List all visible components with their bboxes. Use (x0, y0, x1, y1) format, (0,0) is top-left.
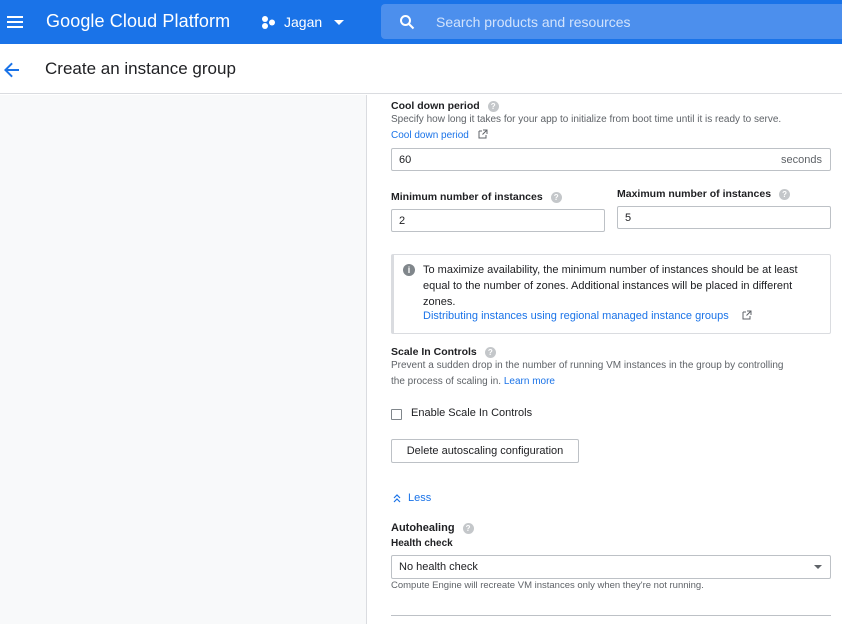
top-app-bar: Google Cloud Platform Jagan (0, 0, 842, 44)
hamburger-menu-icon[interactable] (0, 0, 30, 44)
max-instances-input[interactable] (618, 207, 830, 228)
cooldown-unit: seconds (781, 154, 822, 166)
health-check-select[interactable]: No health check (391, 555, 831, 579)
min-instances-input[interactable] (392, 210, 604, 231)
back-arrow-icon[interactable] (0, 58, 24, 82)
health-check-label: Health check (391, 538, 453, 549)
scale-in-checkbox[interactable] (391, 409, 402, 420)
scale-in-checkbox-label[interactable]: Enable Scale In Controls (411, 407, 532, 419)
dropdown-arrow-icon (814, 565, 822, 569)
min-instances-field[interactable] (391, 209, 605, 232)
page-title: Create an instance group (45, 59, 236, 78)
scale-in-description-2: the process of scaling in. Learn more (391, 376, 555, 387)
info-link-row: Distributing instances using regional ma… (423, 310, 752, 322)
help-icon[interactable]: ? (462, 522, 474, 534)
chevron-down-icon (334, 19, 345, 25)
brand-logo[interactable]: Google Cloud Platform (46, 11, 230, 32)
help-icon[interactable]: ? (550, 191, 562, 203)
left-panel (0, 95, 367, 624)
cooldown-link[interactable]: Cool down period (391, 130, 469, 141)
search-icon[interactable] (389, 4, 425, 39)
cooldown-input[interactable] (392, 149, 830, 170)
availability-info-box: i To maximize availability, the minimum … (391, 254, 831, 334)
delete-autoscaling-button[interactable]: Delete autoscaling configuration (391, 439, 579, 463)
section-divider (391, 615, 831, 616)
regional-mig-link[interactable]: Distributing instances using regional ma… (423, 310, 729, 322)
max-instances-field[interactable] (617, 206, 831, 229)
cooldown-link-row: Cool down period (391, 128, 488, 144)
search-bar[interactable] (381, 4, 842, 39)
help-icon[interactable]: ? (779, 188, 791, 200)
help-icon[interactable]: ? (487, 100, 499, 112)
search-input[interactable] (436, 4, 816, 39)
health-check-note: Compute Engine will recreate VM instance… (391, 580, 704, 591)
help-icon[interactable]: ? (484, 346, 496, 358)
double-chevron-up-icon (393, 494, 401, 503)
min-instances-label: Minimum number of instances? (391, 191, 562, 203)
project-selector[interactable]: Jagan (258, 6, 348, 38)
max-instances-label: Maximum number of instances? (617, 188, 791, 200)
scale-in-label: Scale In Controls? (391, 346, 496, 358)
info-text: To maximize availability, the minimum nu… (423, 264, 798, 308)
less-toggle[interactable]: Less (391, 492, 431, 504)
external-link-icon (742, 310, 752, 320)
autohealing-label: Autohealing? (391, 522, 474, 534)
cooldown-label: Cool down period? (391, 100, 499, 112)
cooldown-field[interactable]: seconds (391, 148, 831, 171)
cooldown-description: Specify how long it takes for your app t… (391, 114, 782, 125)
less-label: Less (408, 492, 432, 504)
autoscaling-form: Cool down period? Specify how long it ta… (391, 95, 832, 624)
scale-in-description: Prevent a sudden drop in the number of r… (391, 360, 784, 371)
health-check-value: No health check (399, 561, 478, 573)
project-name: Jagan (284, 14, 323, 30)
page-header: Create an instance group (0, 44, 842, 94)
project-icon (262, 16, 275, 29)
external-link-icon (478, 129, 488, 139)
info-icon: i (403, 264, 415, 276)
learn-more-link[interactable]: Learn more (504, 376, 555, 387)
